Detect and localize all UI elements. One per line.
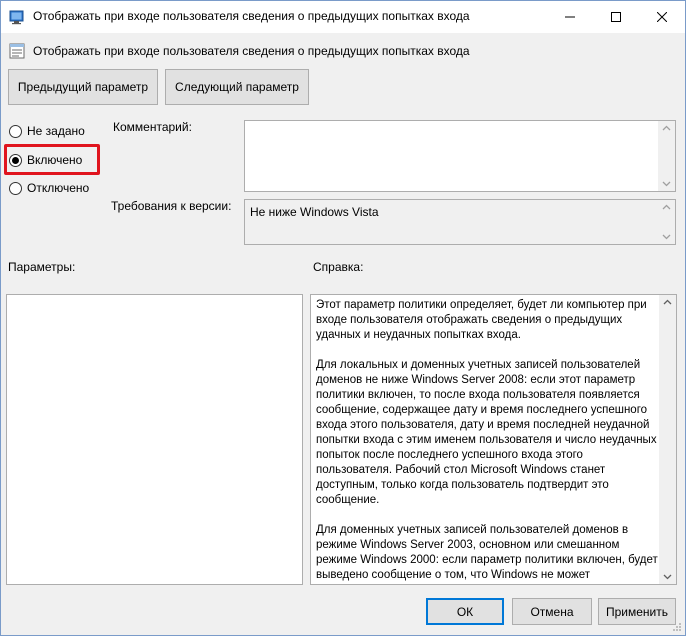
help-panel[interactable]: Этот параметр политики определяет, будет… xyxy=(310,294,677,585)
version-field: Не ниже Windows Vista xyxy=(244,199,676,245)
radio-circle[interactable] xyxy=(9,124,22,138)
scroll-up-icon[interactable] xyxy=(663,298,672,307)
radio-label: Не задано xyxy=(27,124,85,138)
policy-dialog: Отображать при входе пользователя сведен… xyxy=(0,0,686,636)
radio-label: Отключено xyxy=(27,181,90,195)
help-label: Справка: xyxy=(313,260,364,274)
radio-label: Включено xyxy=(27,153,83,167)
resize-grip-icon[interactable] xyxy=(671,621,682,632)
minimize-button[interactable] xyxy=(547,1,593,32)
scroll-up-icon[interactable] xyxy=(662,203,671,212)
help-scrollbar[interactable] xyxy=(659,295,676,584)
next-setting-button[interactable]: Следующий параметр xyxy=(165,69,309,105)
help-paragraph: Для локальных и доменных учетных записей… xyxy=(316,359,657,506)
title-bar[interactable]: Отображать при входе пользователя сведен… xyxy=(1,1,685,33)
maximize-button[interactable] xyxy=(593,1,639,32)
cancel-button[interactable]: Отмена xyxy=(512,598,592,625)
gpedit-app-icon xyxy=(9,10,24,25)
comment-scrollbar[interactable] xyxy=(658,121,675,191)
help-paragraph: Для доменных учетных записей пользовател… xyxy=(316,524,658,581)
version-label: Требования к версии: xyxy=(111,199,232,213)
radio-not-configured[interactable]: Не задано xyxy=(9,122,85,140)
radio-circle[interactable] xyxy=(9,181,22,195)
policy-name: Отображать при входе пользователя сведен… xyxy=(33,44,470,58)
version-value: Не ниже Windows Vista xyxy=(250,205,379,219)
help-paragraph: Этот параметр политики определяет, будет… xyxy=(316,299,647,341)
close-icon xyxy=(657,11,667,22)
help-text: Этот параметр политики определяет, будет… xyxy=(316,298,660,584)
policy-setting-icon xyxy=(9,43,25,59)
radio-disabled[interactable]: Отключено xyxy=(9,179,89,197)
window-title: Отображать при входе пользователя сведен… xyxy=(33,9,470,23)
previous-setting-button[interactable]: Предыдущий параметр xyxy=(8,69,158,105)
comment-textarea[interactable] xyxy=(244,120,676,192)
scroll-down-icon[interactable] xyxy=(662,232,671,241)
maximize-icon xyxy=(611,11,621,22)
ok-button[interactable]: ОК xyxy=(426,598,504,625)
minimize-icon xyxy=(565,16,575,17)
version-scrollbar[interactable] xyxy=(658,200,675,244)
parameters-panel[interactable] xyxy=(6,294,303,585)
parameters-label: Параметры: xyxy=(8,260,76,274)
radio-enabled[interactable]: Включено xyxy=(9,151,82,169)
close-button[interactable] xyxy=(639,1,685,32)
radio-circle-checked[interactable] xyxy=(9,153,22,167)
scroll-up-icon[interactable] xyxy=(662,124,671,133)
apply-button[interactable]: Применить xyxy=(598,598,676,625)
scroll-down-icon[interactable] xyxy=(662,179,671,188)
comment-label: Комментарий: xyxy=(113,120,192,134)
scroll-down-icon[interactable] xyxy=(663,572,672,581)
